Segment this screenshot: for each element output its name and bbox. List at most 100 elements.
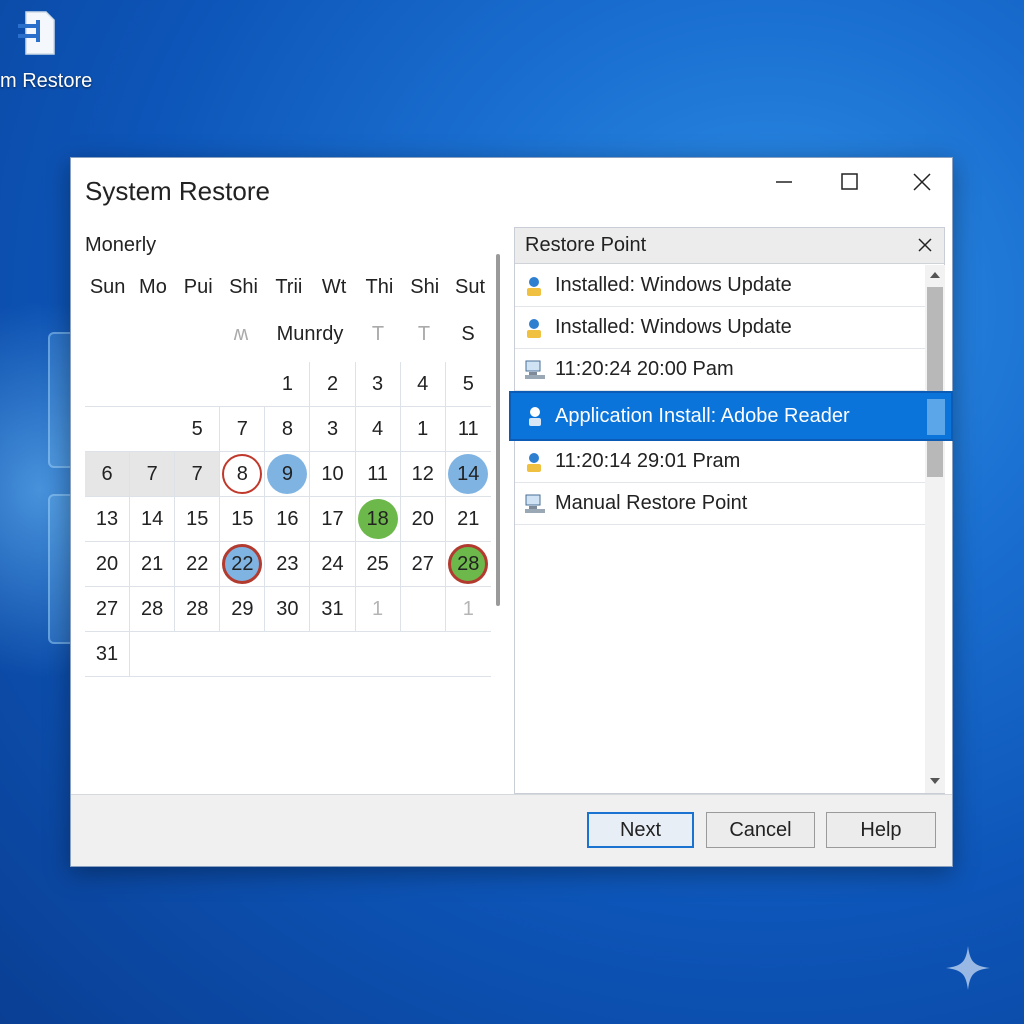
calendar-day[interactable]: 7 bbox=[175, 452, 221, 496]
calendar-day[interactable]: 8 bbox=[265, 407, 311, 451]
calendar-day[interactable]: 5 bbox=[175, 407, 221, 451]
calendar-day[interactable]: 6 bbox=[85, 452, 131, 496]
calendar-day[interactable]: 17 bbox=[310, 497, 356, 541]
calendar-week-row: 20 21 22 22 23 24 25 27 28 bbox=[85, 542, 491, 587]
calendar-day[interactable]: 23 bbox=[265, 542, 311, 586]
calendar-day[interactable]: 15 bbox=[175, 497, 221, 541]
calendar-empty-cell bbox=[130, 407, 175, 451]
calendar-day[interactable]: 27 bbox=[85, 587, 131, 631]
calendar-day[interactable]: 31 bbox=[310, 587, 356, 631]
scroll-down-icon[interactable] bbox=[930, 777, 940, 785]
calendar-day[interactable]: 20 bbox=[401, 497, 446, 541]
calendar-month-label: Monerly bbox=[85, 234, 157, 256]
calendar-day[interactable]: 14 bbox=[446, 452, 491, 496]
close-button[interactable] bbox=[897, 164, 947, 200]
calendar-day[interactable]: 3 bbox=[310, 407, 356, 451]
weekday-label: Shi bbox=[410, 276, 440, 298]
desktop-icon-system-restore[interactable]: m Restore bbox=[0, 4, 110, 94]
restore-point-label: Application Install: Adobe Reader bbox=[555, 404, 850, 427]
calendar-day[interactable]: 3 bbox=[356, 362, 401, 406]
calendar-day[interactable]: 16 bbox=[265, 497, 311, 541]
restore-point-item[interactable]: Installed: Windows Update bbox=[515, 265, 925, 307]
calendar-empty-cell bbox=[130, 362, 175, 406]
user-update-icon bbox=[523, 274, 547, 298]
calendar-day[interactable]: 21 bbox=[130, 542, 176, 586]
restore-point-marker: 22 bbox=[222, 544, 263, 584]
calendar-day[interactable]: 1 bbox=[356, 587, 401, 631]
calendar-day[interactable]: 9 bbox=[265, 452, 311, 496]
restore-point-item[interactable]: Application Install: Adobe Reader bbox=[509, 391, 953, 441]
calendar-day[interactable]: 1 bbox=[401, 407, 446, 451]
calendar-day[interactable]: 25 bbox=[356, 542, 401, 586]
subheader-letter: T bbox=[417, 323, 431, 345]
calendar-empty-cell bbox=[310, 632, 355, 676]
calendar-day[interactable]: 22 bbox=[175, 542, 221, 586]
calendar-scrollbar[interactable] bbox=[496, 254, 500, 606]
restore-point-title: Restore Point bbox=[525, 234, 647, 256]
subheader-label: Munrdy bbox=[276, 323, 344, 345]
help-button[interactable]: Help bbox=[826, 812, 936, 848]
scrollbar-thumb[interactable] bbox=[927, 287, 943, 477]
subheader-letter: S bbox=[461, 323, 475, 345]
calendar-day[interactable]: 31 bbox=[85, 632, 131, 676]
minimize-button[interactable] bbox=[759, 164, 809, 200]
calendar-day[interactable]: 4 bbox=[356, 407, 401, 451]
calendar-day[interactable]: 5 bbox=[446, 362, 491, 406]
restore-list-scrollbar[interactable] bbox=[925, 265, 945, 793]
calendar-day[interactable]: 28 bbox=[175, 587, 221, 631]
restore-point-item[interactable]: 11:20:24 20:00 Pam bbox=[515, 349, 925, 391]
calendar-day[interactable]: 21 bbox=[446, 497, 491, 541]
calendar-day[interactable]: 13 bbox=[85, 497, 131, 541]
calendar-day[interactable]: 7 bbox=[130, 452, 176, 496]
next-button[interactable]: Next bbox=[587, 812, 694, 848]
user-update-icon bbox=[523, 316, 547, 340]
calendar-day[interactable]: 24 bbox=[310, 542, 356, 586]
calendar-day[interactable]: 4 bbox=[401, 362, 446, 406]
calendar-day[interactable]: 14 bbox=[130, 497, 176, 541]
calendar-day[interactable]: 10 bbox=[310, 452, 356, 496]
calendar-day[interactable]: 11 bbox=[446, 407, 491, 451]
weekday-label: Shi bbox=[229, 276, 258, 298]
calendar-empty-cell bbox=[220, 362, 265, 406]
calendar-day[interactable]: 22 bbox=[220, 542, 266, 586]
restore-point-label: 11:20:14 29:01 Pram bbox=[555, 450, 741, 472]
computer-icon bbox=[523, 492, 547, 516]
selection-highlight bbox=[927, 399, 945, 435]
panel-close-icon[interactable] bbox=[917, 237, 933, 253]
calendar-day[interactable]: 28 bbox=[130, 587, 176, 631]
restore-point-item[interactable]: 11:20:14 29:01 Pram bbox=[515, 441, 925, 483]
dialog-footer: Next Cancel Help bbox=[71, 794, 952, 866]
calendar-week-row: 27 28 28 29 30 31 1 1 bbox=[85, 587, 491, 632]
calendar-day[interactable]: 1 bbox=[265, 362, 311, 406]
close-icon bbox=[913, 173, 931, 191]
restore-point-label: Manual Restore Point bbox=[555, 492, 748, 514]
calendar-day[interactable]: 8 bbox=[220, 452, 266, 496]
calendar-empty-cell bbox=[175, 362, 220, 406]
calendar-day[interactable]: 20 bbox=[85, 542, 131, 586]
calendar-day[interactable]: 12 bbox=[401, 452, 446, 496]
calendar-day[interactable]: 15 bbox=[220, 497, 266, 541]
calendar-empty-cell bbox=[401, 632, 446, 676]
restore-point-item[interactable]: Manual Restore Point bbox=[515, 483, 925, 525]
scroll-up-icon[interactable] bbox=[930, 271, 940, 279]
calendar-day[interactable]: 7 bbox=[220, 407, 266, 451]
calendar-day[interactable]: 30 bbox=[265, 587, 311, 631]
restore-point-item[interactable]: Installed: Windows Update bbox=[515, 307, 925, 349]
calendar-week-row: 13 14 15 15 16 17 18 20 21 bbox=[85, 497, 491, 542]
calendar-empty-cell bbox=[130, 632, 175, 676]
restore-point-marker: 18 bbox=[357, 499, 398, 539]
restore-point-marker: 28 bbox=[448, 544, 489, 584]
restore-point-panel: Restore Point Installed: Windows Update I… bbox=[509, 227, 953, 794]
calendar-day[interactable]: 1 bbox=[446, 587, 491, 631]
maximize-button[interactable] bbox=[825, 164, 875, 200]
calendar-day[interactable]: 11 bbox=[356, 452, 401, 496]
weekday-label: Sun bbox=[89, 276, 126, 298]
weekday-label: Pui bbox=[183, 276, 213, 298]
calendar-day[interactable]: 28 bbox=[446, 542, 491, 586]
calendar-day[interactable]: 29 bbox=[220, 587, 266, 631]
calendar-day[interactable]: 27 bbox=[401, 542, 446, 586]
cancel-button[interactable]: Cancel bbox=[706, 812, 815, 848]
restore-point-list: Installed: Windows Update Installed: Wind… bbox=[509, 265, 953, 525]
calendar-day[interactable]: 2 bbox=[310, 362, 356, 406]
calendar-day[interactable]: 18 bbox=[356, 497, 401, 541]
